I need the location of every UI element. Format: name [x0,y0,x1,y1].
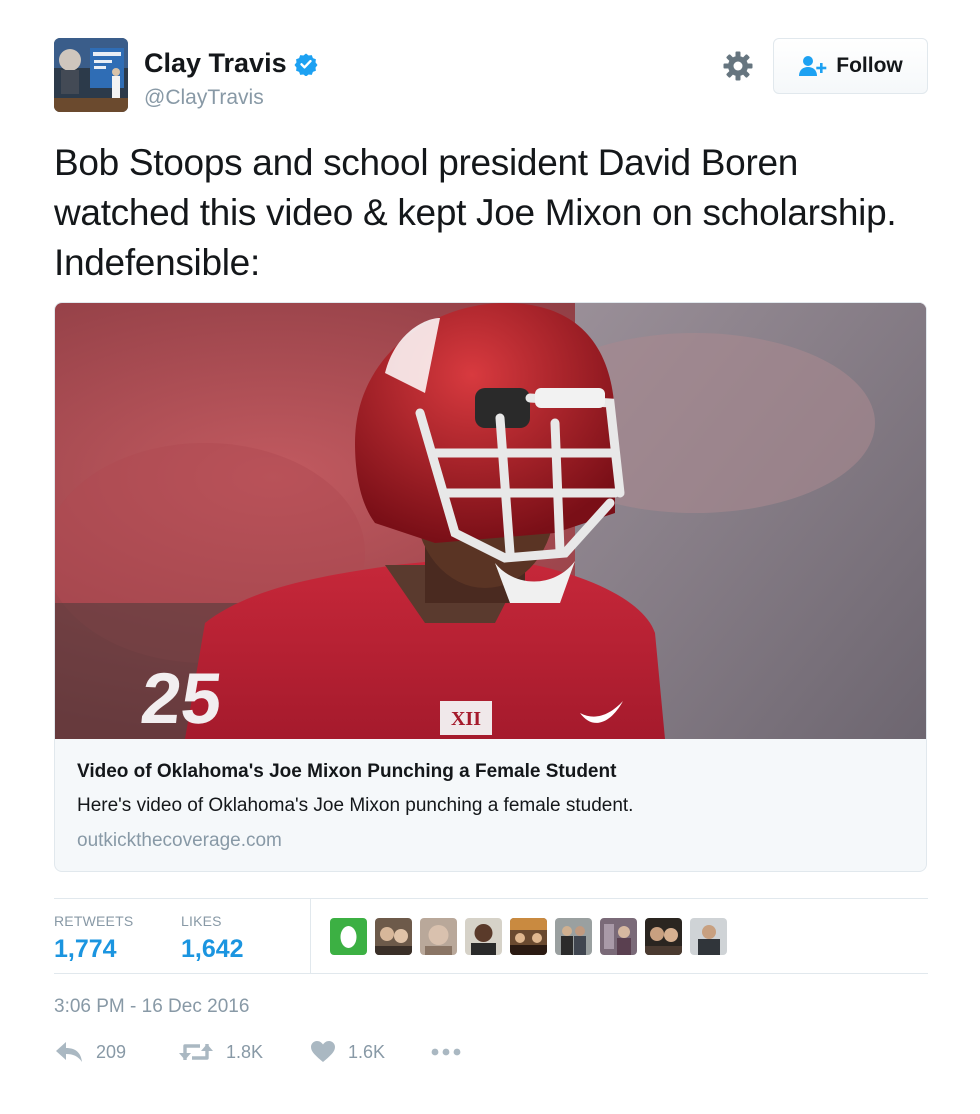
card-body: Video of Oklahoma's Joe Mixon Punching a… [55,739,926,871]
card-title[interactable]: Video of Oklahoma's Joe Mixon Punching a… [77,761,906,783]
stats-divider [310,899,311,973]
add-user-icon [799,56,827,76]
link-card[interactable]: 25 XII Video of Oklahoma's Joe Mixon Pun… [54,302,927,872]
retweets-label: RETWEETS [54,913,134,929]
card-domain[interactable]: outkickthecoverage.com [77,830,906,852]
tweet-timestamp[interactable]: 3:06 PM - 16 Dec 2016 [54,996,249,1018]
liker-avatar[interactable] [375,918,412,955]
verified-badge-icon [294,53,318,76]
likes-stat[interactable]: LIKES 1,642 [181,913,244,964]
card-description: Here's video of Oklahoma's Joe Mixon pun… [77,795,634,816]
author-name[interactable]: Clay Travis [144,48,287,79]
follow-button-label: Follow [836,54,903,77]
author-block: Clay Travis @ClayTravis [144,48,318,110]
more-button[interactable] [430,1046,462,1058]
liker-avatar[interactable] [330,918,367,955]
tweet-header: Clay Travis @ClayTravis Follow [54,38,928,114]
tweet-stats: RETWEETS 1,774 LIKES 1,642 [54,898,928,974]
liker-avatar[interactable] [465,918,502,955]
svg-text:25: 25 [137,659,225,739]
retweet-count: 1.8K [226,1041,264,1062]
reply-icon [56,1042,82,1062]
liker-avatar[interactable] [600,918,637,955]
like-count: 1.6K [348,1041,386,1062]
liker-avatar[interactable] [510,918,547,955]
like-button[interactable]: 1.6K [310,1040,385,1064]
card-image[interactable]: 25 XII [55,303,927,739]
liker-avatars [330,918,727,955]
liker-avatar[interactable] [555,918,592,955]
avatar[interactable] [54,38,128,112]
retweets-count: 1,774 [54,935,117,963]
reply-button[interactable]: 209 [54,1040,126,1064]
more-dots-icon [431,1048,461,1056]
reply-count: 209 [96,1041,127,1062]
liker-avatar[interactable] [420,918,457,955]
likes-label: LIKES [181,913,222,929]
likes-count: 1,642 [181,935,244,963]
heart-icon [311,1041,335,1062]
gear-icon[interactable] [722,50,754,82]
tweet-text: Bob Stoops and school president David Bo… [54,142,897,283]
retweets-stat[interactable]: RETWEETS 1,774 [54,913,133,964]
svg-text:XII: XII [451,708,481,730]
author-handle[interactable]: @ClayTravis [144,86,318,110]
follow-button[interactable]: Follow [773,38,928,94]
retweet-icon [179,1044,213,1060]
liker-avatar[interactable] [690,918,727,955]
liker-avatar[interactable] [645,918,682,955]
retweet-button[interactable]: 1.8K [178,1040,263,1064]
